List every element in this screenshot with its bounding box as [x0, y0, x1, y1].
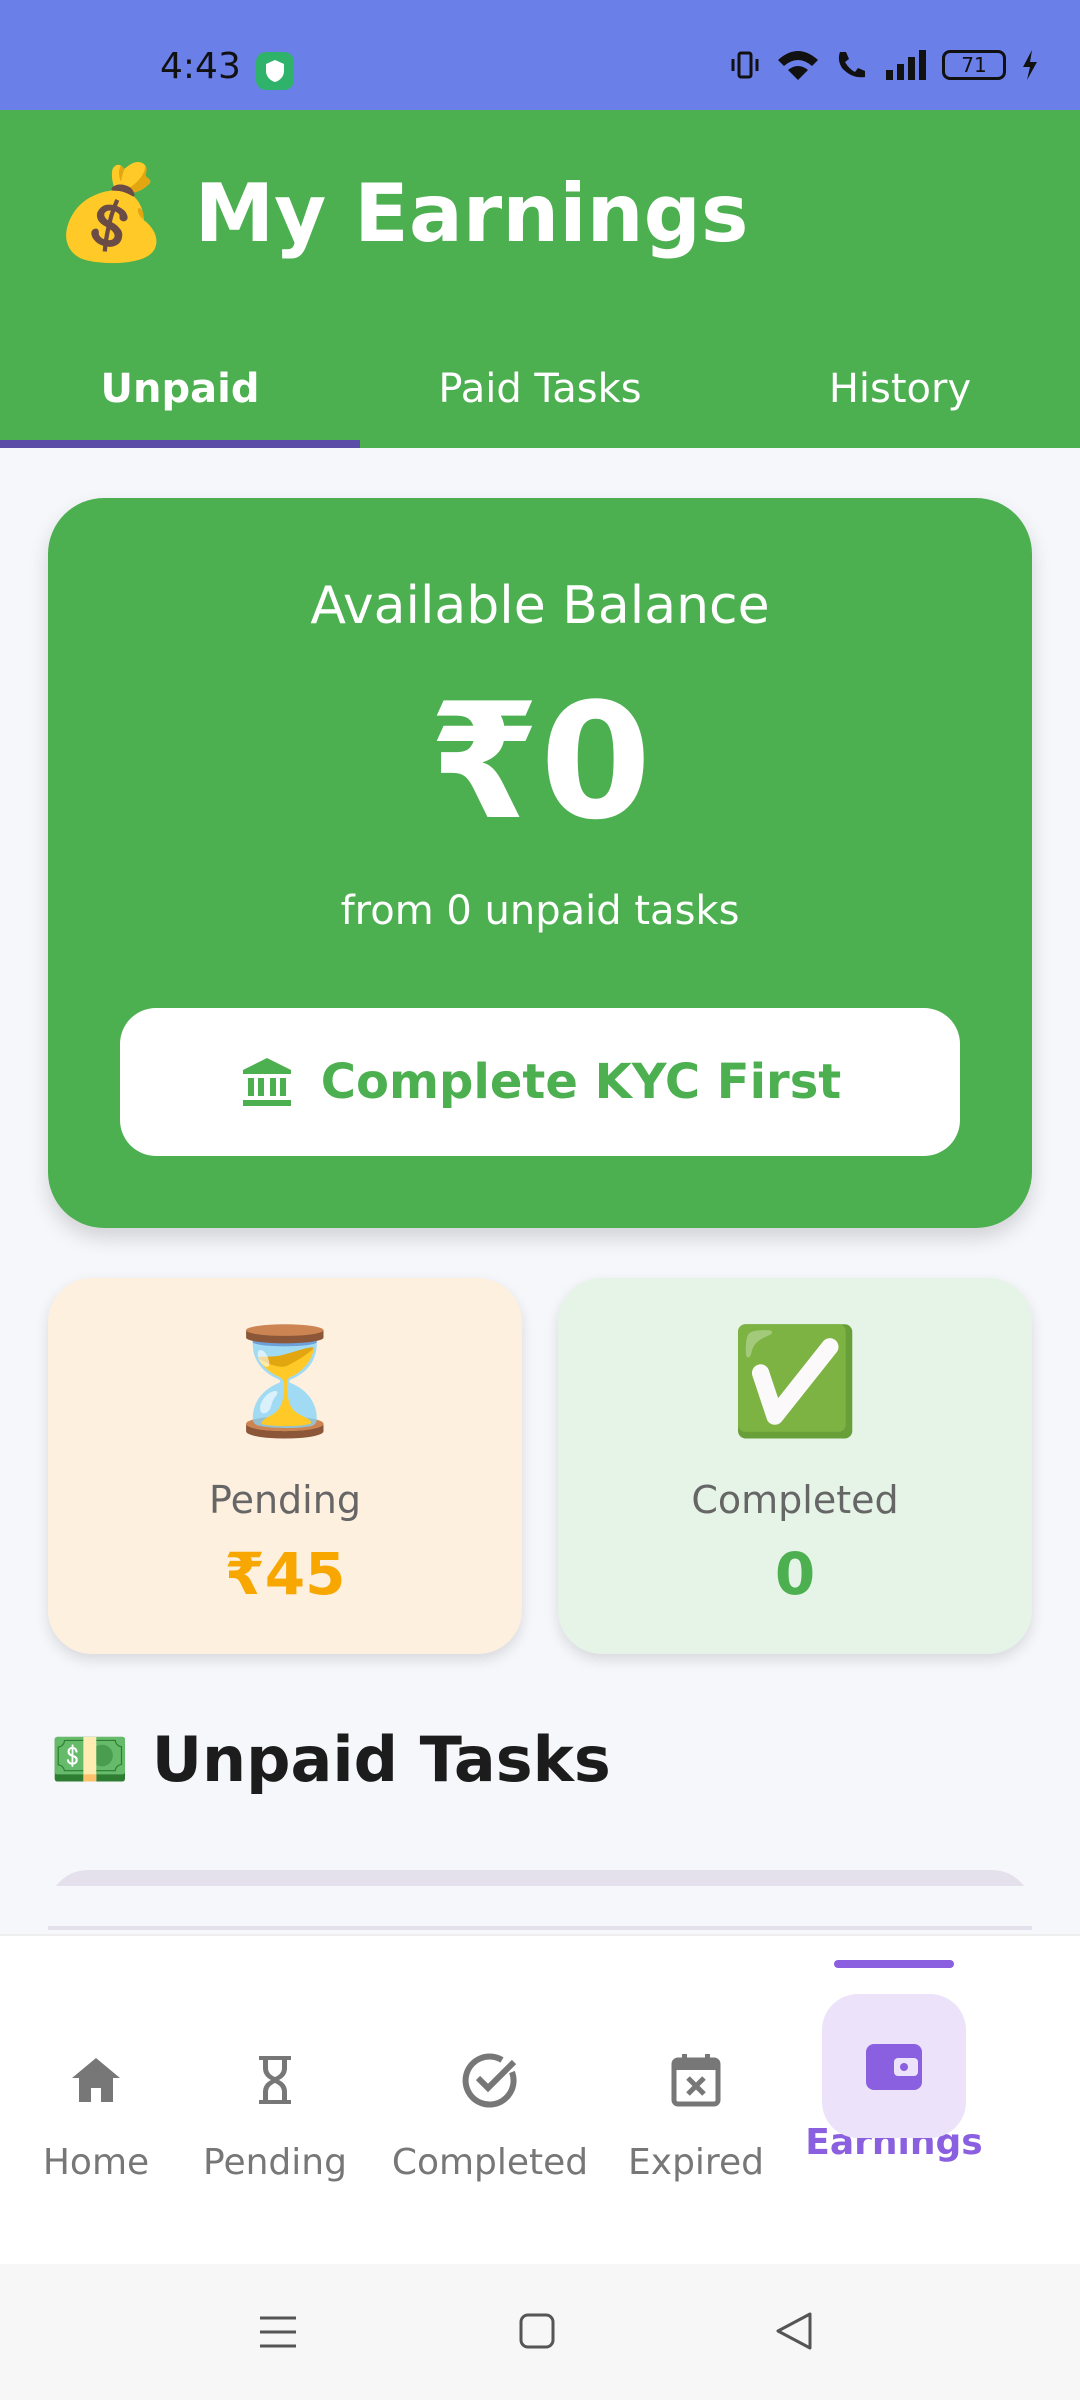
- status-bar: 4:43 71: [0, 0, 1080, 110]
- nav-pending[interactable]: Pending: [200, 1936, 350, 2266]
- signal-icon: [886, 50, 926, 80]
- wallet-icon: [866, 2044, 922, 2090]
- nav-home[interactable]: Home: [32, 1936, 160, 2266]
- nav-completed[interactable]: Completed: [390, 1936, 590, 2266]
- balance-subtitle: from 0 unpaid tasks: [340, 888, 740, 934]
- section-title-text: Unpaid Tasks: [151, 1723, 611, 1796]
- shield-icon: [256, 52, 294, 90]
- page-title: 💰 My Earnings: [54, 160, 748, 267]
- wifi-icon: [778, 51, 818, 80]
- nav-completed-label: Completed: [391, 2142, 589, 2183]
- check-circle-icon: [462, 2053, 517, 2108]
- check-mark-icon: ✅: [730, 1324, 860, 1440]
- bottom-nav: Home Pending Completed Expired Earnings: [0, 1934, 1080, 2264]
- status-icons: 71: [728, 48, 1040, 82]
- page-title-text: My Earnings: [194, 167, 749, 260]
- tab-bar: Unpaid Paid Tasks History: [0, 330, 1080, 448]
- nav-expired[interactable]: Expired: [626, 1936, 766, 2266]
- money-bag-icon: 💰: [54, 162, 169, 264]
- unpaid-tasks-heading: 💵 Unpaid Tasks: [50, 1722, 611, 1797]
- app-header: 💰 My Earnings Unpaid Paid Tasks History: [0, 110, 1080, 448]
- menu-icon[interactable]: [258, 2312, 298, 2352]
- nav-expired-label: Expired: [628, 2142, 764, 2183]
- charging-icon: [1023, 50, 1037, 80]
- list-fade: [0, 1886, 1080, 1926]
- tab-history[interactable]: History: [720, 330, 1080, 448]
- back-icon[interactable]: [774, 2310, 814, 2352]
- status-time: 4:43: [160, 46, 241, 87]
- dollar-banknote-icon: 💵: [50, 1723, 130, 1795]
- completed-stat-card[interactable]: ✅ Completed 0: [558, 1278, 1032, 1654]
- calendar-x-icon: [671, 2054, 721, 2107]
- home-icon: [72, 2058, 120, 2102]
- nav-pending-label: Pending: [203, 2142, 347, 2183]
- tab-indicator: [0, 440, 360, 448]
- tab-unpaid[interactable]: Unpaid: [0, 330, 360, 448]
- vibrate-icon: [731, 51, 759, 79]
- pending-label: Pending: [209, 1478, 361, 1522]
- tab-paid-tasks[interactable]: Paid Tasks: [360, 330, 720, 448]
- nav-earnings-highlight: [822, 1994, 966, 2138]
- kyc-button-label: Complete KYC First: [320, 1054, 842, 1110]
- nav-earnings[interactable]: Earnings: [800, 1936, 988, 2266]
- completed-value: 0: [774, 1540, 816, 1608]
- hourglass-icon: [259, 2056, 291, 2104]
- balance-label: Available Balance: [310, 576, 770, 636]
- battery-indicator: 71: [942, 50, 1006, 80]
- bank-icon: [242, 1058, 291, 1106]
- pending-value: ₹45: [224, 1540, 346, 1608]
- nav-home-label: Home: [42, 2142, 150, 2183]
- home-square-icon[interactable]: [518, 2312, 556, 2350]
- complete-kyc-button[interactable]: Complete KYC First: [120, 1008, 960, 1156]
- system-nav-bar: [0, 2264, 1080, 2400]
- completed-label: Completed: [691, 1478, 899, 1522]
- balance-amount: ₹0: [428, 668, 652, 855]
- hourglass-icon: ⏳: [220, 1324, 350, 1440]
- call-icon: [838, 52, 865, 78]
- balance-card: Available Balance ₹0 from 0 unpaid tasks…: [48, 498, 1032, 1228]
- pending-stat-card[interactable]: ⏳ Pending ₹45: [48, 1278, 522, 1654]
